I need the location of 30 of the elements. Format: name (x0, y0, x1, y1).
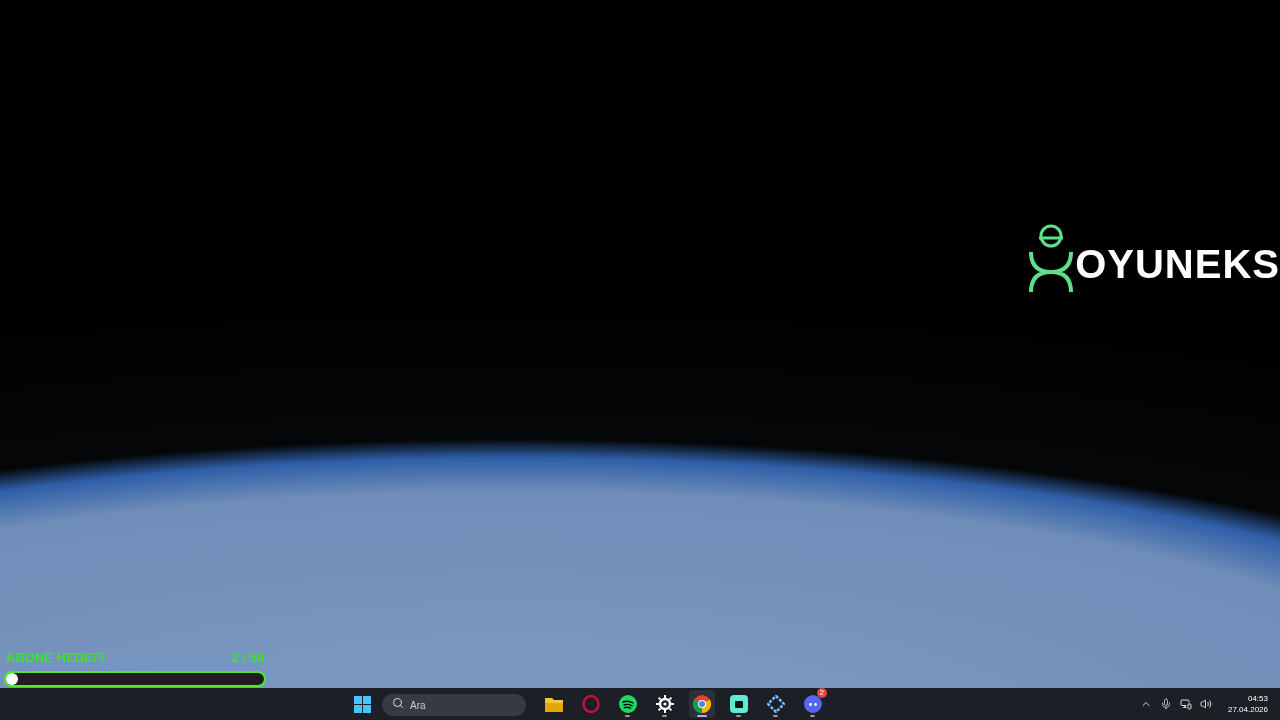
clock-time: 04:53 (1247, 693, 1268, 704)
network-icon[interactable] (1179, 698, 1192, 710)
ring-icon (581, 695, 600, 713)
running-indicator (625, 715, 631, 717)
gear-icon (655, 695, 674, 713)
volume-icon[interactable] (1199, 698, 1212, 710)
clock-date: 27.04.2026 (1227, 704, 1268, 715)
notification-badge: 2 (816, 688, 827, 698)
running-indicator (810, 715, 816, 717)
app-tile-icon (729, 695, 748, 713)
logo-text: OYUNEKS (1075, 244, 1280, 284)
folder-icon (544, 696, 563, 712)
taskbar-app-button[interactable]: 2 (799, 690, 826, 718)
running-indicator (736, 715, 742, 717)
search-icon (391, 696, 404, 709)
diamond-icon (766, 695, 785, 713)
running-indicator (662, 715, 668, 717)
goal-label: ABONE HEDEFİ (6, 648, 105, 667)
browser-icon (692, 695, 711, 713)
controller-face-icon (803, 695, 822, 713)
goal-count: 2 / 50 (231, 648, 264, 667)
windows-logo-icon[interactable] (353, 695, 371, 713)
sound-waves-icon (618, 695, 637, 713)
search-field[interactable]: Ara (381, 694, 526, 717)
running-indicator (773, 715, 779, 717)
microphone-icon[interactable] (1159, 698, 1172, 710)
running-indicator (696, 715, 707, 717)
taskbar-app-button[interactable] (688, 690, 715, 718)
clock[interactable]: 04:53 27.04.2026 (1227, 693, 1268, 715)
astronaut-logo-icon (1027, 222, 1076, 294)
